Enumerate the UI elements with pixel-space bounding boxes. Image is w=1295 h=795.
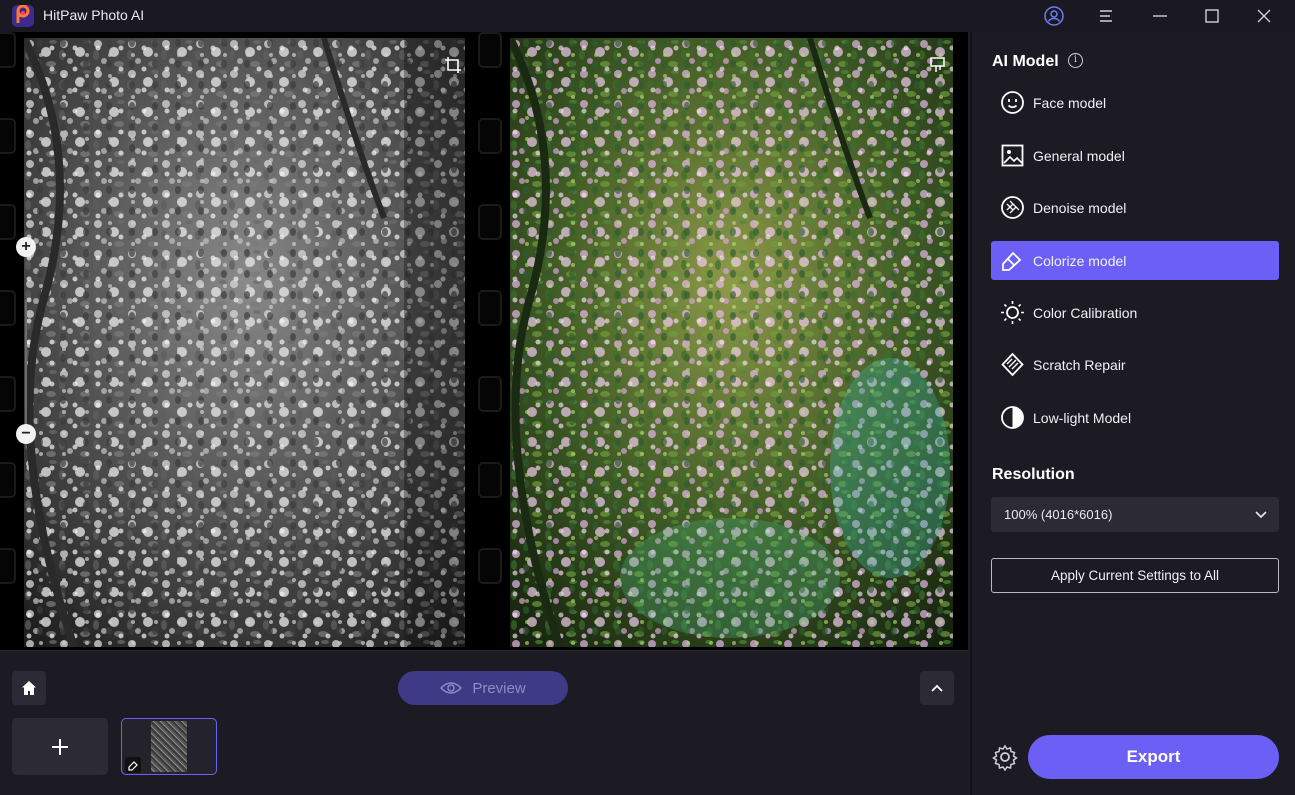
denoise-icon (1001, 196, 1024, 219)
compare-icon[interactable] (929, 56, 947, 74)
account-icon (1044, 6, 1064, 26)
resolution-select[interactable]: 100% (4016*6016) (991, 497, 1279, 532)
colorized-photo (510, 38, 953, 647)
film-sprocket (0, 290, 16, 326)
settings-panel: AI Model i Face model General model Deno… (970, 32, 1295, 795)
preview-label: Preview (472, 679, 526, 697)
colorize-badge-icon (125, 757, 141, 773)
film-sprocket (0, 204, 16, 240)
film-sprocket (0, 548, 16, 584)
account-button[interactable] (1034, 0, 1074, 32)
close-button[interactable] (1244, 0, 1284, 32)
chevron-down-icon (1255, 511, 1267, 519)
film-sprocket (478, 32, 502, 68)
face-icon (1001, 91, 1024, 114)
minus-icon: − (21, 425, 31, 442)
title-bar: HitPaw Photo AI (0, 0, 1295, 32)
close-icon (1257, 9, 1271, 23)
info-icon[interactable]: i (1068, 53, 1083, 68)
model-colorize[interactable]: Colorize model (991, 241, 1279, 280)
film-sprocket (478, 118, 502, 154)
maximize-button[interactable] (1192, 0, 1232, 32)
scratch-icon (1001, 352, 1024, 377)
ai-model-title: AI Model (992, 53, 1059, 70)
model-color-calibration[interactable]: Color Calibration (991, 293, 1279, 332)
model-label: Scratch Repair (1033, 357, 1126, 373)
home-icon (22, 681, 36, 695)
image-thumbnail[interactable] (121, 718, 217, 775)
colorize-icon (1002, 251, 1022, 271)
export-button[interactable]: Export (1028, 735, 1279, 779)
film-sprocket (0, 462, 16, 498)
film-sprocket (478, 290, 502, 326)
film-sprocket (0, 32, 16, 68)
image-workspace[interactable]: + − (0, 32, 968, 650)
film-sprocket (478, 462, 502, 498)
model-label: Low-light Model (1033, 410, 1132, 426)
bottom-toolbar: Preview (0, 650, 968, 795)
add-image-button[interactable] (12, 718, 108, 775)
export-label: Export (1126, 747, 1181, 766)
minimize-icon (1153, 15, 1167, 17)
image-icon (1001, 144, 1024, 167)
plus-icon (52, 738, 68, 755)
film-sprocket (478, 376, 502, 412)
model-general[interactable]: General model (991, 136, 1279, 175)
zoom-out-button[interactable]: − (16, 424, 36, 444)
model-low-light[interactable]: Low-light Model (991, 398, 1279, 437)
film-sprocket (478, 204, 502, 240)
collapse-panel-button[interactable] (920, 671, 954, 705)
maximize-icon (1205, 9, 1219, 23)
model-label: General model (1033, 148, 1125, 164)
model-label: Color Calibration (1033, 305, 1138, 321)
model-label: Denoise model (1033, 200, 1127, 216)
film-sprocket (0, 376, 16, 412)
app-logo-icon (12, 5, 34, 27)
plus-icon: + (21, 238, 31, 255)
model-face[interactable]: Face model (991, 83, 1279, 122)
menu-button[interactable] (1086, 0, 1126, 32)
apply-to-all-button[interactable]: Apply Current Settings to All (991, 558, 1279, 593)
preview-button[interactable]: Preview (398, 671, 568, 705)
model-scratch-repair[interactable]: Scratch Repair (991, 345, 1279, 384)
eye-icon (440, 682, 463, 694)
model-denoise[interactable]: Denoise model (991, 188, 1279, 227)
resolution-value: 100% (4016*6016) (1004, 507, 1113, 522)
film-sprocket (478, 548, 502, 584)
resolution-title: Resolution (992, 466, 1075, 483)
gear-icon[interactable] (991, 743, 1019, 771)
original-photo (24, 38, 465, 647)
home-button[interactable] (12, 671, 46, 705)
thumbnail-image (151, 721, 187, 772)
minimize-button[interactable] (1140, 0, 1180, 32)
model-label: Colorize model (1033, 253, 1127, 269)
zoom-slider-track[interactable] (25, 300, 27, 436)
zoom-in-button[interactable]: + (16, 237, 36, 257)
model-label: Face model (1033, 95, 1107, 111)
app-title: HitPaw Photo AI (43, 7, 145, 23)
menu-icon (1100, 10, 1112, 22)
half-circle-icon (1001, 406, 1024, 429)
sun-icon (1001, 301, 1024, 324)
film-sprocket (0, 118, 16, 154)
chevron-up-icon (931, 684, 943, 692)
crop-icon[interactable] (444, 56, 462, 74)
apply-label: Apply Current Settings to All (1050, 568, 1220, 583)
